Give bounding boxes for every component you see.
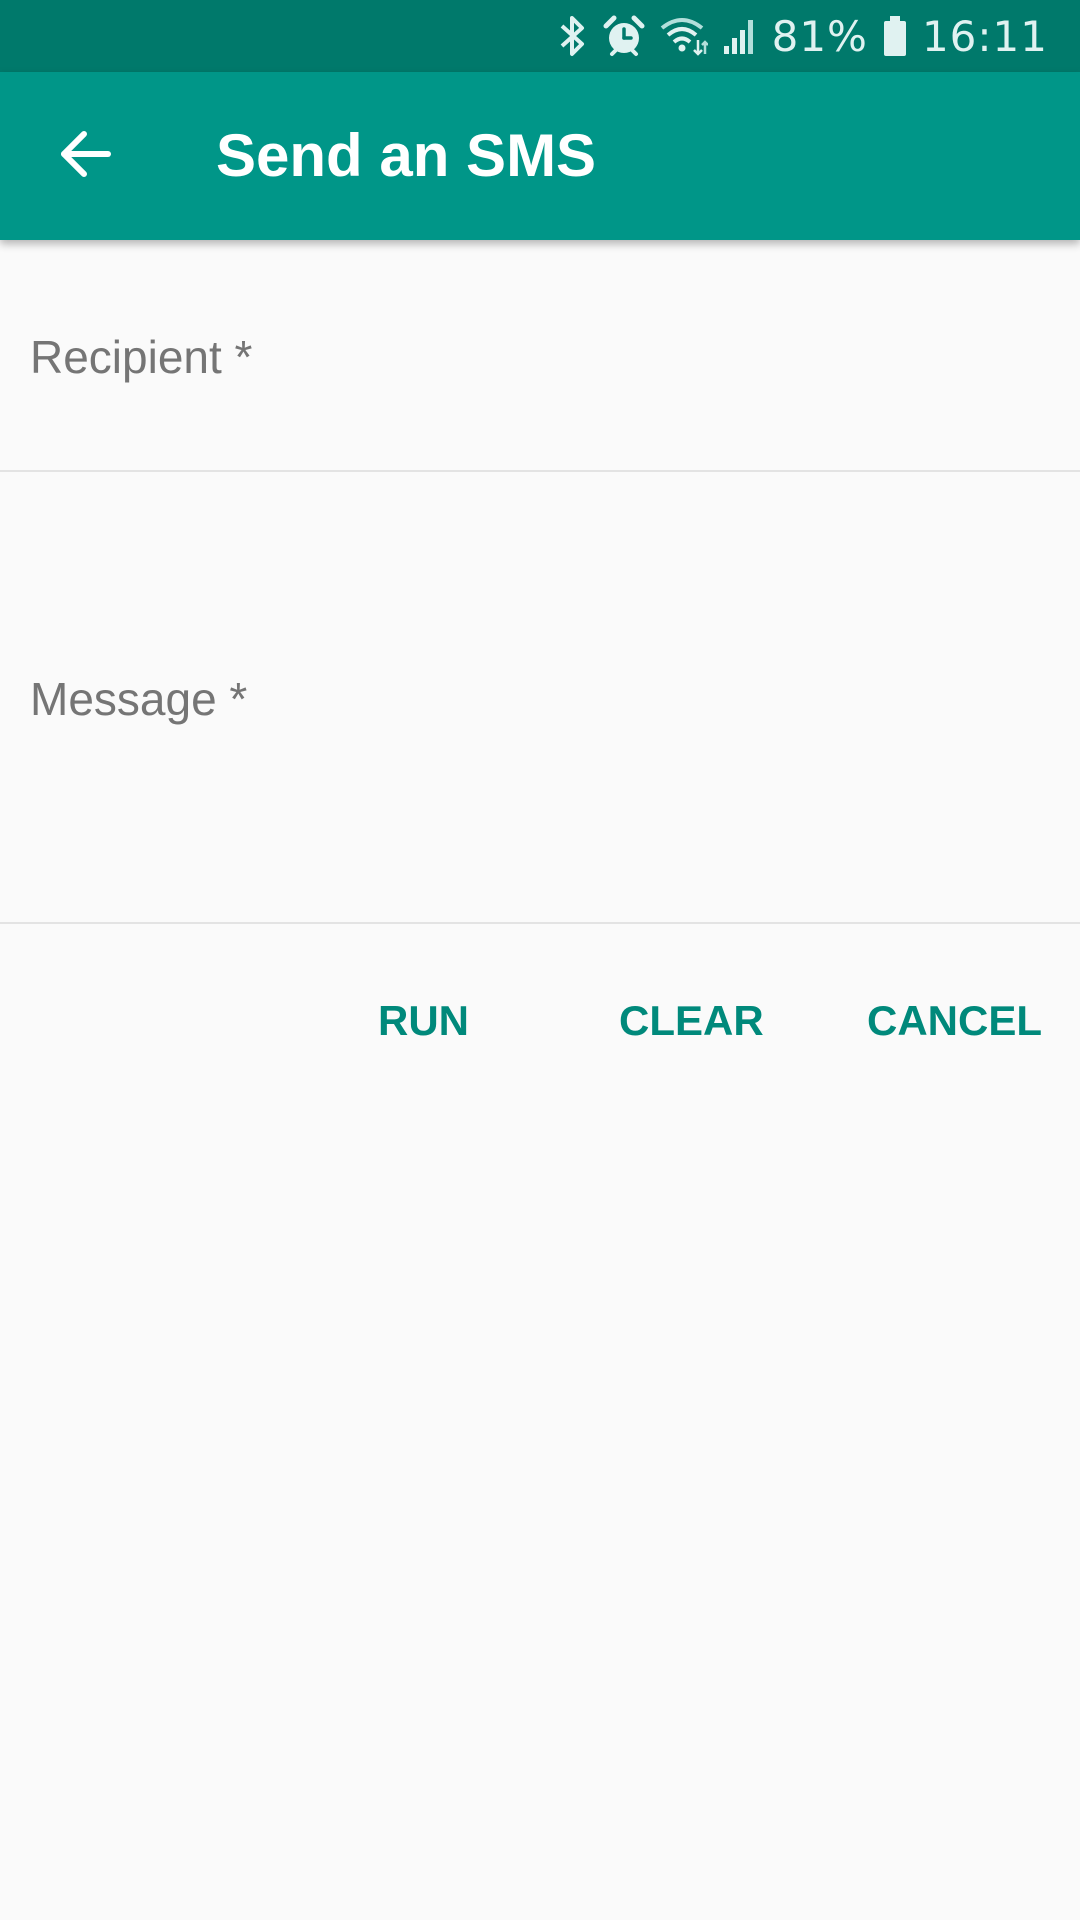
cancel-button[interactable]: CANCEL xyxy=(867,966,1042,1076)
app-bar: Send an SMS xyxy=(0,72,1080,240)
battery-icon xyxy=(882,14,908,58)
message-field[interactable]: Message * xyxy=(0,472,1080,924)
status-time: 16:11 xyxy=(921,11,1048,61)
run-button[interactable]: RUN xyxy=(378,966,469,1076)
alarm-icon xyxy=(602,14,646,58)
battery-percent: 81% xyxy=(771,11,868,61)
status-bar: 81% 16:11 xyxy=(0,0,1080,72)
wifi-icon xyxy=(660,16,708,56)
arrow-back-icon xyxy=(56,126,112,187)
back-button[interactable] xyxy=(36,108,132,204)
signal-icon xyxy=(722,16,758,56)
recipient-input[interactable] xyxy=(0,240,1080,470)
action-bar: RUN CLEAR CANCEL xyxy=(0,926,1080,1116)
recipient-field[interactable]: Recipient * xyxy=(0,240,1080,472)
page-title: Send an SMS xyxy=(216,122,597,189)
clear-button[interactable]: CLEAR xyxy=(619,966,764,1076)
bluetooth-icon xyxy=(558,14,588,58)
message-input[interactable] xyxy=(0,472,1080,922)
